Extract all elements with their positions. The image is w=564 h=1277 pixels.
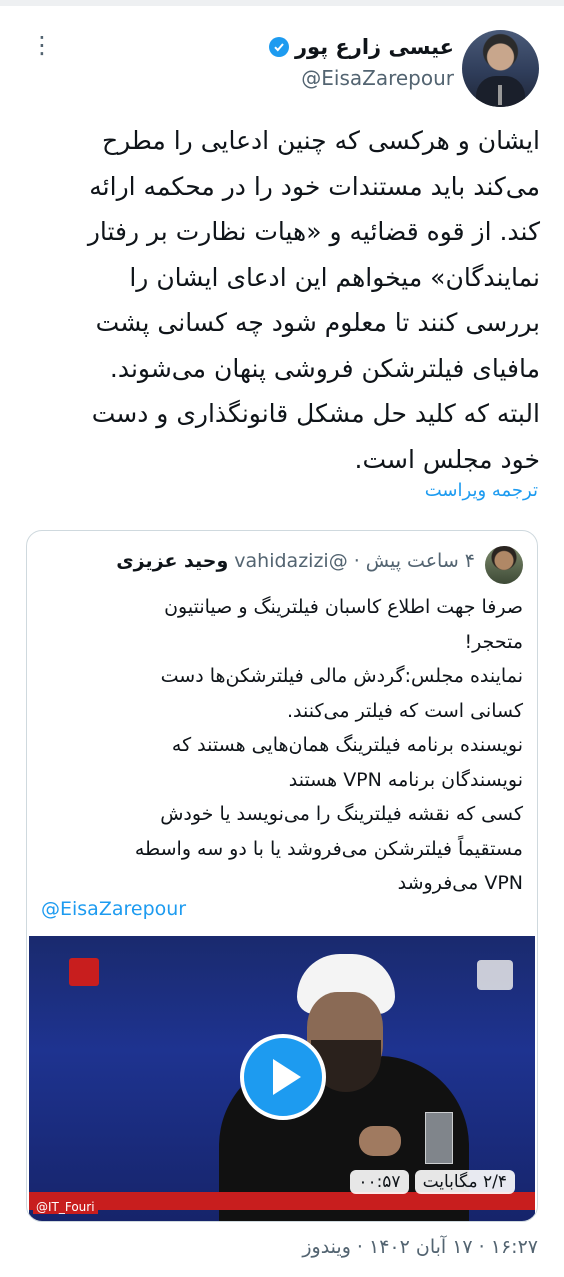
tweet-footer-meta: ۱۶:۲۷ · ۱۷ آبان ۱۴۰۲ · ویندوز [302,1236,538,1258]
author-handle[interactable]: @EisaZarepour [301,66,454,90]
video-player[interactable]: @IT_Fouri ۰۰:۵۷ ۲/۴ مگابایت [29,936,535,1221]
tweet-line: کند. از قوه قضائیه و «هیات نظارت بر رفتا… [87,217,540,246]
tweet-line: بررسی کنند تا معلوم شود چه کسانی پشت [95,308,540,337]
quoted-line: صرفا جهت اطلاع کاسبان فیلترینگ و صیانتیو… [164,596,523,618]
quoted-header: وحید عزیزی @vahidazizi · ۴ ساعت پیش [116,550,475,572]
author-avatar[interactable] [462,30,539,107]
quoted-line: کسانی است که فیلتر می‌کنند. [286,699,523,722]
tweet-line: می‌کند باید مستندات خود را در محکمه ارائ… [89,171,540,201]
news-ticker-band [29,1192,535,1210]
video-water-glass [425,1112,453,1164]
channel-red-logo [69,958,99,986]
tweet-line: مافیای فیلترشکن فروشی پنهان می‌شوند. [109,353,540,383]
quoted-line: نویسندگان برنامه VPN هستند [288,768,523,791]
quoted-line: مستقیماً فیلترشکن می‌فروشد یا با دو سه و… [134,837,523,860]
quoted-tweet[interactable]: وحید عزیزی @vahidazizi · ۴ ساعت پیش صرفا… [26,530,538,1222]
quoted-line: نماینده مجلس:گردش مالی فیلترشکن‌ها دست [160,665,523,687]
author-name[interactable]: عیسی زارع پور [295,35,454,59]
top-divider [0,0,564,6]
video-duration-badge: ۰۰:۵۷ [350,1170,409,1194]
quoted-line: نویسنده برنامه فیلترینگ همان‌هایی هستند … [171,734,523,756]
tweet-line: خود مجلس است. [354,444,540,474]
more-options-icon[interactable]: ⋮ [30,33,54,57]
translate-link[interactable]: ترجمه ویراست [425,480,538,501]
quoted-mention-link[interactable]: @EisaZarepour [41,898,186,920]
author-name-row: عیسی زارع پور [268,32,454,62]
tweet-line: البته که کلید حل مشکل قانونگذاری و دست [91,399,540,428]
tweet-line: نمایندگان» میخواهم این ادعای ایشان را [129,262,540,292]
separator-dot: · [353,550,360,572]
video-person-hand [359,1126,401,1156]
avatar-microphone [498,85,502,105]
video-watermark: @IT_Fouri [33,1200,98,1214]
quoted-author-avatar[interactable] [485,546,523,584]
video-size-badge: ۲/۴ مگابایت [414,1170,515,1194]
video-badges: ۰۰:۵۷ ۲/۴ مگابایت [350,1170,515,1194]
channel-logo [477,960,513,990]
tweet-text: ایشان و هرکسی که چنین ادعایی را مطرح می‌… [28,118,540,482]
tweet-line: ایشان و هرکسی که چنین ادعایی را مطرح [101,126,540,155]
quoted-line: متحجر! [464,630,523,653]
play-icon[interactable] [240,1034,326,1120]
quoted-author-name: وحید عزیزی [116,550,229,572]
verified-badge-icon [268,37,289,57]
quoted-time: ۴ ساعت پیش [365,550,475,572]
quoted-author-handle: @vahidazizi [234,550,348,572]
quoted-text: صرفا جهت اطلاع کاسبان فیلترینگ و صیانتیو… [39,590,523,901]
quoted-line: کسی که نقشه فیلترینگ را می‌نویسد یا خودش [160,803,523,825]
quoted-line: VPN می‌فروشد [397,872,523,894]
